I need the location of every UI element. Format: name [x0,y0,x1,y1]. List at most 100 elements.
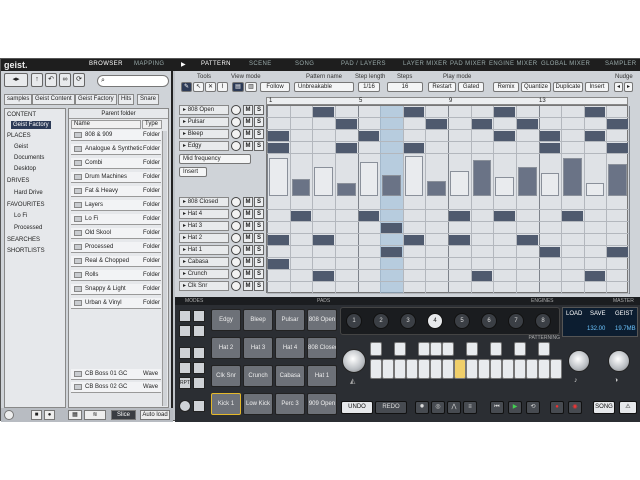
mute-button[interactable]: M [243,117,253,127]
tree-header-content[interactable]: CONTENT [7,112,36,118]
pad[interactable]: Crunch [243,365,273,387]
remix-button[interactable]: Remix [493,82,519,92]
bpm-display[interactable]: 132.00 [587,326,605,332]
parent-folder-button[interactable]: Parent folder [69,109,168,119]
tab-scene[interactable]: SCENE [249,61,272,67]
tree-item-shortlists[interactable]: SHORTLISTS [7,248,45,254]
tree-item-searches[interactable]: SEARCHES [7,237,40,243]
track-volume-knob[interactable] [231,269,241,279]
pad[interactable]: Edgy [211,309,241,331]
tree-header-drives[interactable]: DRIVES [7,178,29,184]
solo-button[interactable]: S [254,281,264,291]
track-volume-knob[interactable] [231,105,241,115]
step-key[interactable] [394,359,406,379]
solo-button[interactable]: S [254,141,264,151]
view-grid-icon[interactable]: ▤ [232,82,244,92]
track-volume-knob[interactable] [231,257,241,267]
list-item[interactable]: Real & Chopped Folder [71,256,161,267]
pad[interactable]: Hat 4 [275,337,305,359]
solo-button[interactable]: S [254,245,264,255]
nudge-right-icon[interactable]: ▸ [624,82,633,92]
track-volume-knob[interactable] [231,117,241,127]
back-icon[interactable]: ↶ [45,73,57,87]
rewind-icon[interactable]: ⏮ [490,401,504,414]
track-volume-knob[interactable] [231,221,241,231]
step-key-upper[interactable] [538,342,550,356]
list-item[interactable]: Rolls Folder [71,270,161,281]
step-key-upper[interactable] [430,342,442,356]
list-item[interactable]: CB Boss 01 GC Wave [71,369,161,380]
preview-volume-icon[interactable] [4,410,14,420]
mute-button[interactable]: M [243,281,253,291]
step-length-select[interactable]: 1/16 [358,82,380,92]
tree-item-lo-fi[interactable]: Lo Fi [14,213,27,219]
pad[interactable]: Low Kick [243,393,273,415]
mute-button[interactable]: M [243,269,253,279]
track-name[interactable]: ▸ Pulsar [179,117,229,127]
auto-load-button[interactable]: Auto load [140,410,170,420]
restart-button[interactable]: Restart [428,82,456,92]
list-item[interactable]: Old Skool Folder [71,228,161,239]
tree-item-documents[interactable]: Documents [14,155,44,161]
track-name[interactable]: ▸ Clk Snr [179,281,229,291]
tree-header-places[interactable]: PLACES [7,133,31,139]
mixer-mode-icon[interactable] [193,347,205,359]
engine-button[interactable]: 6 [481,313,497,329]
keys-mode-icon[interactable] [193,325,205,337]
mute-button[interactable]: M [243,105,253,115]
solo-button[interactable]: S [254,233,264,243]
record-icon[interactable]: ● [550,401,564,414]
step-key[interactable] [382,359,394,379]
pad[interactable]: 808 Closed [307,337,337,359]
engine-button[interactable]: 5 [454,313,470,329]
pad[interactable]: Pulsar [275,309,305,331]
breadcrumb-item[interactable]: Hits [118,94,135,105]
waveform-mode-icon[interactable] [179,347,191,359]
song-button[interactable]: SONG [593,401,615,414]
mute-button[interactable]: M [243,129,253,139]
repeat-button[interactable]: RPT [179,377,191,389]
track-name[interactable]: ▸ Cabasa [179,257,229,267]
step-key[interactable] [490,359,502,379]
track-volume-knob[interactable] [231,281,241,291]
pad[interactable]: Hat 2 [211,337,241,359]
up-icon[interactable]: ↑ [31,73,43,87]
warning-icon[interactable]: ⚠ [619,401,637,414]
track-volume-knob[interactable] [231,209,241,219]
tempo-icon[interactable]: ≡ [463,401,477,414]
list-item[interactable]: 808 & 909 Folder [71,130,161,141]
mute-button[interactable]: M [243,233,253,243]
breadcrumb-item[interactable]: Snare [137,94,160,105]
track-volume-knob[interactable] [231,141,241,151]
stop-icon[interactable]: ■ [31,410,42,420]
pad[interactable]: Hat 1 [307,365,337,387]
step-key[interactable] [526,359,538,379]
track-name[interactable]: ▸ Hat 4 [179,209,229,219]
tab-sampler[interactable]: SAMPLER [605,61,636,67]
tree-item-geist-factory[interactable]: Geist Factory [11,121,51,129]
step-key-upper[interactable] [490,342,502,356]
step-key[interactable] [514,359,526,379]
grid-view-icon[interactable]: ▦ [68,410,82,420]
undo-button[interactable]: UNDO [341,401,373,414]
tab-global-mixer[interactable]: GLOBAL MIXER [541,61,590,67]
tree-item-desktop[interactable]: Desktop [14,166,36,172]
step-key-upper[interactable] [394,342,406,356]
track-name[interactable]: ▸ 808 Closed [179,197,229,207]
parameter-select[interactable]: Mid frequency [179,154,251,164]
track-name[interactable]: ▸ Crunch [179,269,229,279]
steps-stepper[interactable]: 16 [387,82,423,92]
tab-layer-mixer[interactable]: LAYER MIXER [403,61,447,67]
fx-mode-icon[interactable] [193,362,205,374]
tree-item-processed[interactable]: Processed [14,225,42,231]
insert-select[interactable]: Insert [179,167,207,177]
nav-arrows-icon[interactable]: ◂▸ [4,73,28,87]
step-key-upper[interactable] [370,342,382,356]
engine-button[interactable]: 4 [427,313,443,329]
track-name[interactable]: ▸ Bleep [179,129,229,139]
step-key-upper[interactable] [442,342,454,356]
engine-button[interactable]: 1 [346,313,362,329]
solo-button[interactable]: S [254,269,264,279]
load-button[interactable]: LOAD [566,311,582,317]
list-item[interactable]: Layers Folder [71,200,161,211]
